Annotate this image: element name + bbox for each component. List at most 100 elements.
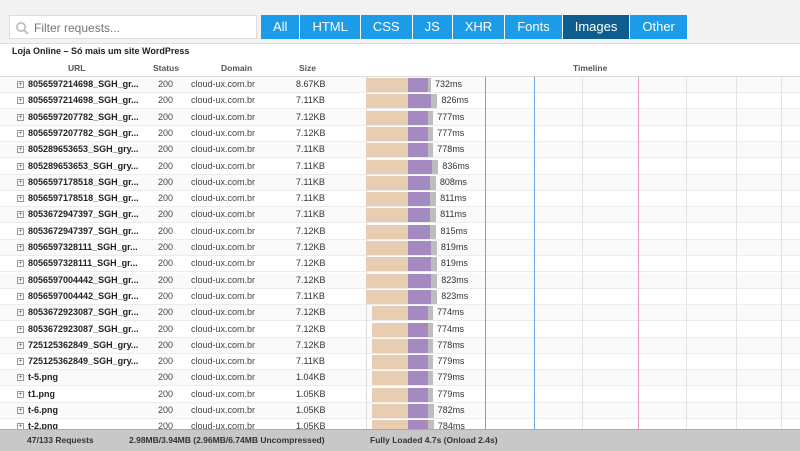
timeline-receive-bar — [408, 78, 428, 92]
expand-icon[interactable]: + — [17, 325, 24, 333]
request-status: 200 — [158, 111, 174, 122]
timeline-receive-bar — [408, 192, 431, 207]
request-size: 1.05KB — [296, 388, 326, 399]
tab-fonts[interactable]: Fonts — [505, 15, 563, 39]
expand-icon[interactable]: + — [17, 146, 24, 154]
timeline-blocked-bar — [428, 338, 434, 353]
timeline-receive-bar — [408, 322, 428, 337]
request-status: 200 — [158, 193, 174, 204]
expand-icon[interactable]: + — [17, 244, 24, 251]
expand-icon[interactable]: + — [17, 390, 24, 398]
timeline-wait-bar — [366, 241, 408, 255]
tab-images[interactable]: Images — [562, 15, 631, 39]
tab-xhr[interactable]: XHR — [452, 15, 506, 39]
request-status: 200 — [158, 79, 174, 89]
expand-icon[interactable]: + — [17, 292, 24, 300]
request-domain: cloud-ux.com.br — [191, 356, 256, 367]
page-title: Loja Online – Só mais um site WordPress — [12, 46, 190, 56]
expand-icon[interactable]: + — [17, 309, 24, 317]
tab-other[interactable]: Other — [630, 15, 688, 39]
request-url: 8056597207782_SGH_gr... — [28, 127, 139, 138]
request-domain: cloud-ux.com.br — [191, 111, 256, 122]
request-status: 200 — [158, 176, 174, 187]
request-status: 200 — [158, 225, 174, 236]
tab-js[interactable]: JS — [412, 15, 453, 39]
column-header-url[interactable]: URL — [68, 63, 85, 75]
column-header-domain[interactable]: Domain — [221, 63, 252, 75]
tab-html[interactable]: HTML — [300, 15, 361, 39]
filter-tabs: All HTML CSS JS XHR Fonts Images Other — [261, 15, 688, 39]
timeline-receive-bar — [408, 273, 432, 288]
request-url: 8056597214698_SGH_gr... — [28, 79, 139, 89]
timeline-receive-bar — [408, 175, 430, 190]
timeline-wait-bar — [366, 126, 408, 141]
expand-icon[interactable]: + — [17, 178, 24, 186]
request-domain: cloud-ux.com.br — [191, 225, 256, 236]
request-domain: cloud-ux.com.br — [191, 307, 256, 318]
request-size: 7.12KB — [296, 323, 326, 334]
request-size: 7.11KB — [296, 290, 325, 301]
request-domain: cloud-ux.com.br — [191, 160, 256, 171]
request-domain: cloud-ux.com.br — [191, 405, 256, 415]
timeline-gridline — [485, 77, 486, 429]
timeline-blocked-bar — [430, 241, 437, 255]
timeline-wait-bar — [366, 208, 408, 223]
toolbar: AllHTMLCSSJSXHRFontsImagesOther — [0, 0, 800, 44]
request-duration: 779ms — [437, 372, 465, 383]
timeline-blocked-bar — [428, 371, 434, 386]
timeline-blocked-bar — [431, 273, 438, 288]
expand-icon[interactable]: + — [17, 97, 24, 105]
expand-icon[interactable]: + — [17, 358, 24, 366]
column-header-size[interactable]: Size — [299, 63, 316, 75]
request-size: 7.12KB — [296, 127, 326, 138]
search-input[interactable] — [32, 18, 254, 38]
tab-css[interactable]: CSS — [360, 15, 413, 39]
request-size: 7.12KB — [296, 339, 326, 350]
timeline-wait-bar — [372, 322, 408, 337]
request-url: 8056597328111_SGH_gr... — [28, 242, 138, 252]
request-status: 200 — [158, 307, 174, 318]
expand-icon[interactable]: + — [17, 129, 24, 137]
timeline-blocked-bar — [432, 159, 439, 174]
request-status: 200 — [158, 160, 174, 171]
expand-icon[interactable]: + — [17, 195, 24, 203]
expand-icon[interactable]: + — [17, 260, 24, 268]
expand-icon[interactable]: + — [17, 81, 24, 88]
timeline-receive-bar — [408, 110, 428, 125]
request-url: 8056597207782_SGH_gr... — [28, 111, 139, 122]
timeline-blocked-bar — [428, 78, 431, 92]
timeline-wait-bar — [366, 110, 408, 125]
expand-icon[interactable]: + — [17, 276, 24, 284]
tab-all[interactable]: All — [261, 15, 301, 39]
request-url: 725125362849_SGH_gry... — [28, 339, 139, 350]
column-header-status[interactable]: Status — [153, 63, 179, 75]
timeline-receive-bar — [408, 126, 428, 141]
timeline-receive-bar — [408, 289, 432, 304]
expand-icon[interactable]: + — [17, 162, 24, 170]
timeline-blocked-bar — [428, 404, 434, 418]
expand-icon[interactable]: + — [17, 211, 24, 219]
timeline-blocked-bar — [429, 175, 436, 190]
request-url: 8053672947397_SGH_gr... — [28, 225, 139, 236]
expand-icon[interactable]: + — [17, 407, 24, 414]
request-size: 7.11KB — [296, 95, 325, 106]
expand-icon[interactable]: + — [17, 227, 24, 235]
timeline-blocked-bar — [430, 192, 437, 207]
expand-icon[interactable]: + — [17, 374, 24, 382]
request-url: 8053672947397_SGH_gr... — [28, 209, 139, 220]
request-domain: cloud-ux.com.br — [191, 242, 256, 252]
timeline-receive-bar — [408, 306, 428, 321]
request-duration: 782ms — [437, 405, 465, 415]
request-url: 8053672923087_SGH_gr... — [28, 307, 139, 318]
request-duration: 811ms — [440, 209, 467, 220]
expand-icon[interactable]: + — [17, 341, 24, 349]
timeline-wait-bar — [372, 338, 408, 353]
request-duration: 777ms — [437, 127, 465, 138]
request-domain: cloud-ux.com.br — [191, 290, 256, 301]
timeline-blocked-bar — [430, 208, 437, 223]
search-box[interactable] — [9, 15, 257, 39]
timeline-wait-bar — [366, 257, 408, 272]
request-duration: 732ms — [435, 79, 463, 89]
expand-icon[interactable]: + — [17, 113, 24, 121]
request-domain: cloud-ux.com.br — [191, 339, 256, 350]
